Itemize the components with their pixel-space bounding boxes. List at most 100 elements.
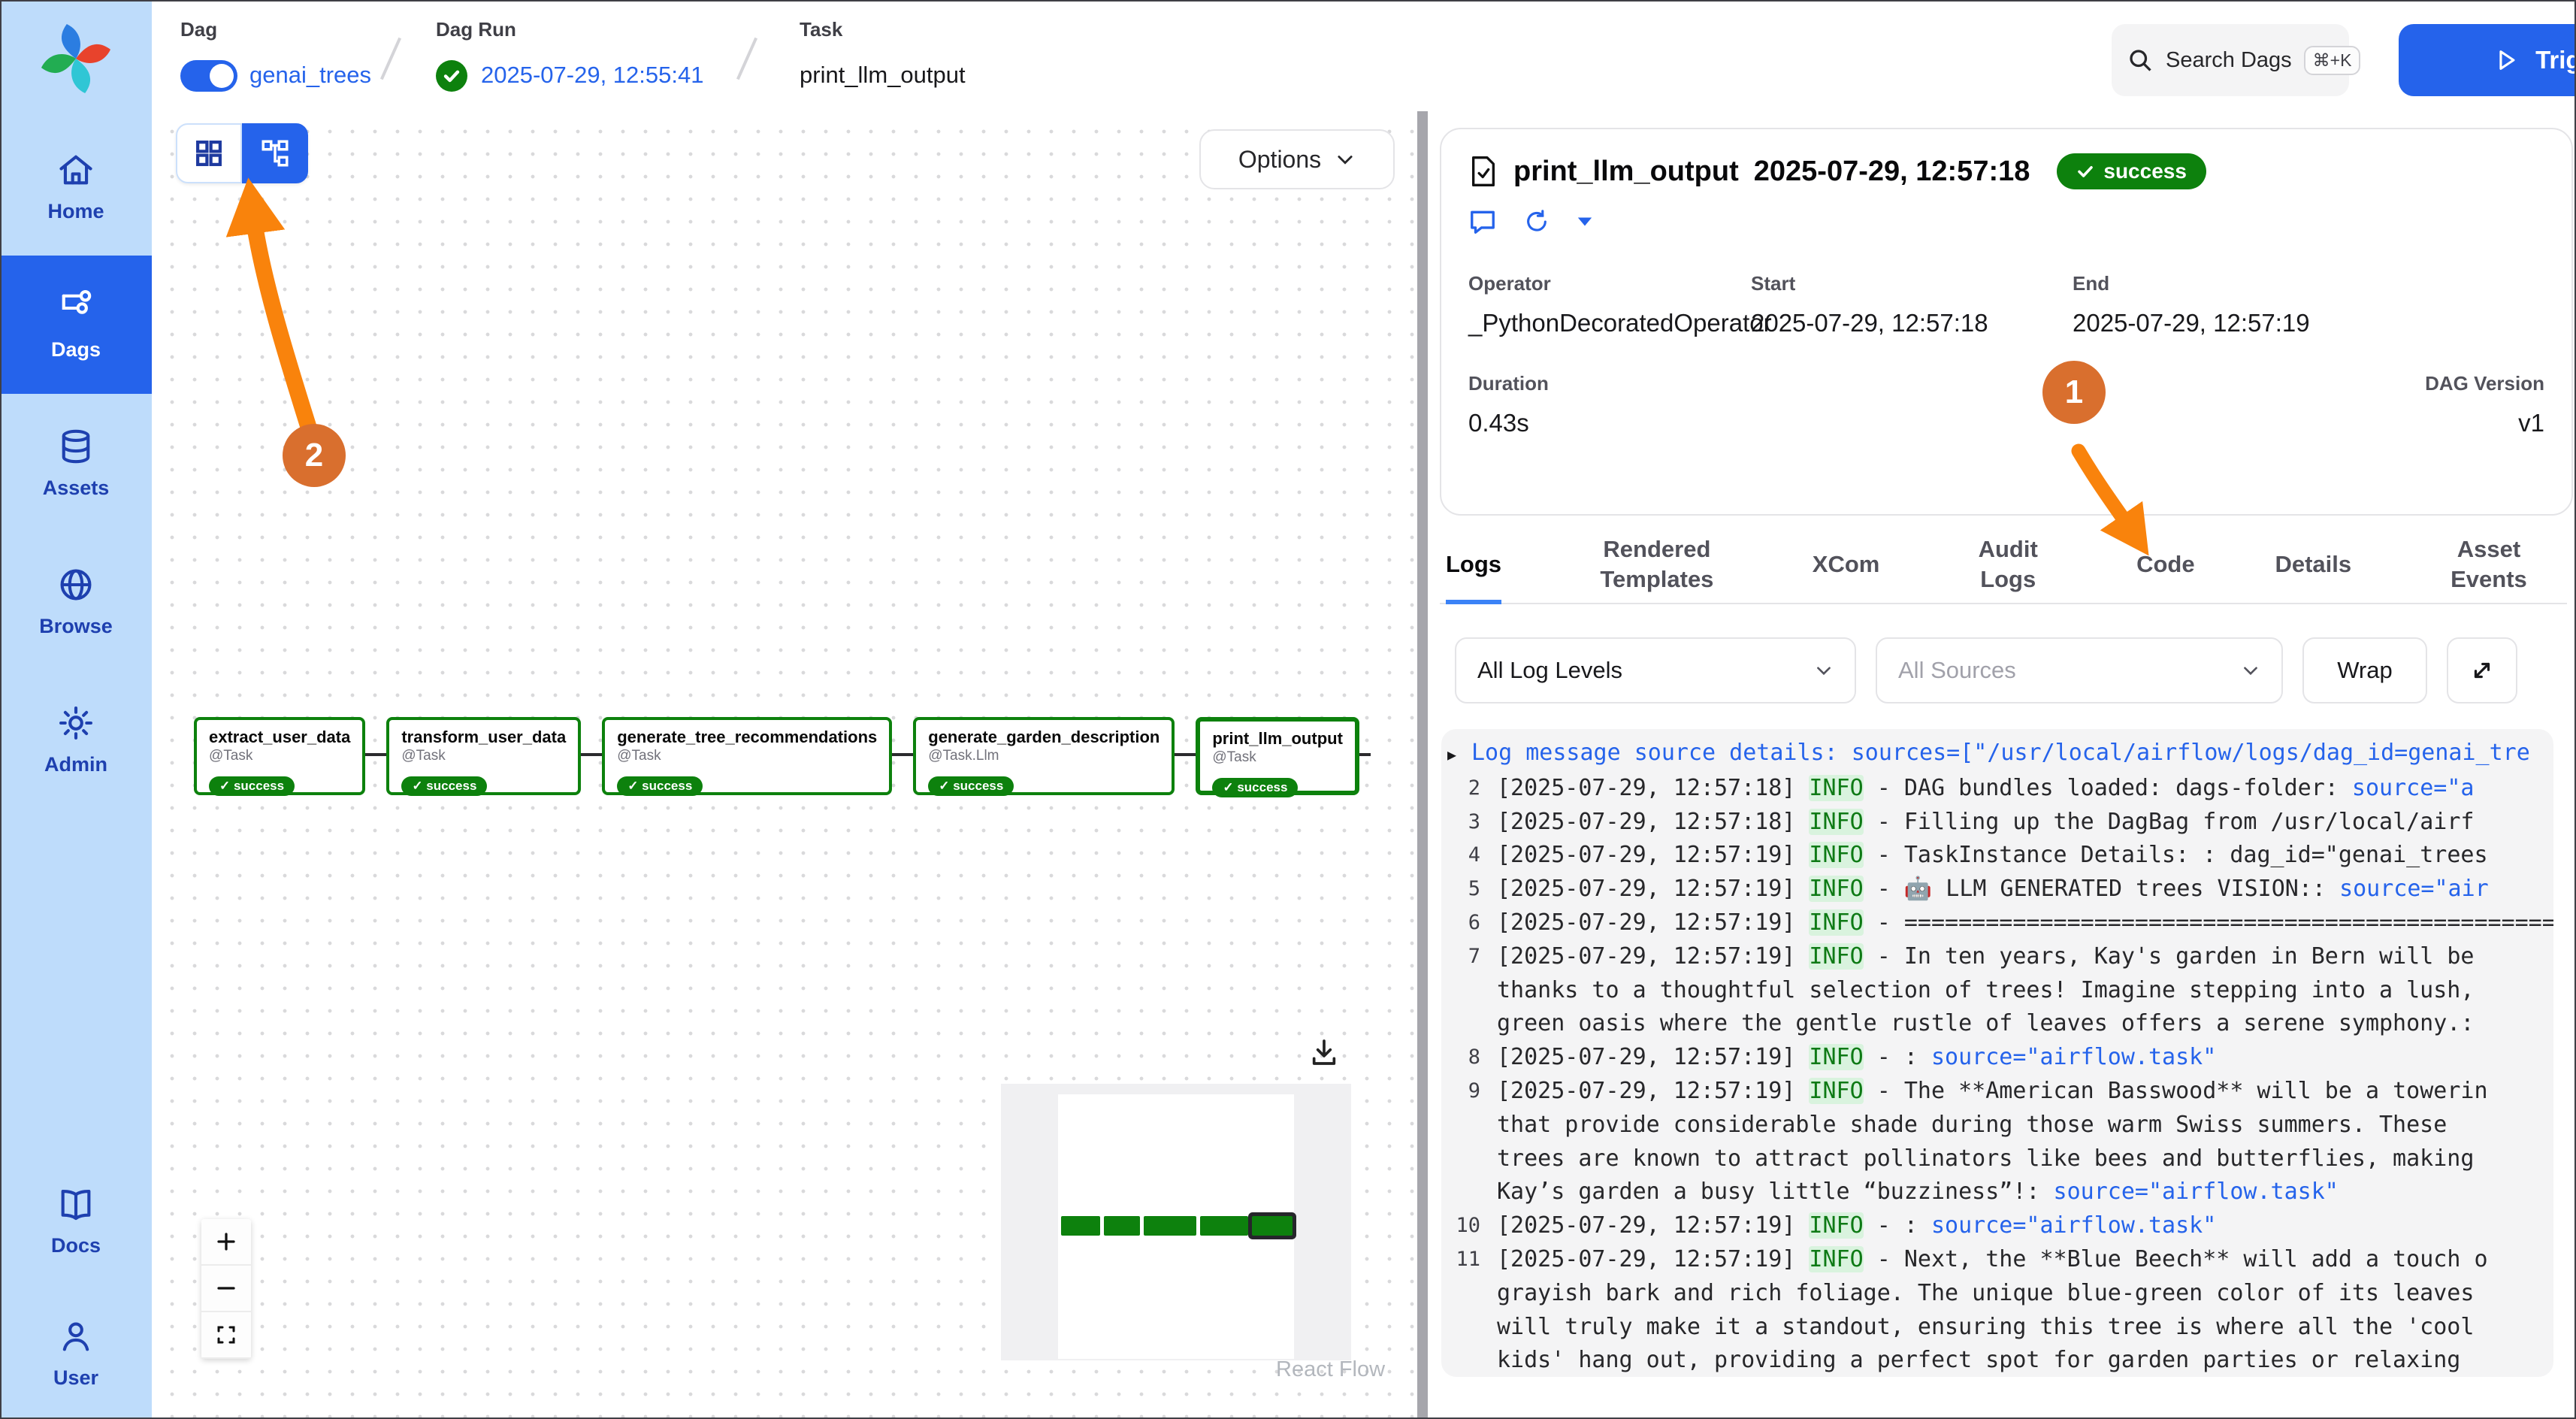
expand-logs-button[interactable] [2447, 637, 2517, 703]
task-node-status-badge: ✓ success [928, 776, 1014, 796]
grid-view-button[interactable] [176, 123, 242, 183]
log-line-number: 2 [1447, 772, 1480, 806]
tab-rendered-templates[interactable]: Rendered Templates [1582, 526, 1732, 603]
minimap[interactable] [1001, 1084, 1351, 1360]
log-source-link[interactable]: source="air [2339, 876, 2489, 902]
log-line-text: [2025-07-29, 12:57:19] INFO - The **Amer… [1497, 1075, 2553, 1109]
download-icon[interactable] [1309, 1037, 1339, 1067]
minimap-node [1104, 1216, 1140, 1236]
browse-icon [56, 565, 95, 604]
airflow-logo[interactable] [0, 0, 152, 117]
task-node-type: @Task.Llm [928, 748, 1160, 765]
end-label: End [2073, 272, 2544, 295]
dag-pause-toggle[interactable] [180, 60, 237, 92]
sidebar-item-docs[interactable]: Docs [0, 1154, 152, 1287]
log-line-number: 6 [1447, 906, 1480, 940]
log-line-text: [2025-07-29, 12:57:18] INFO - DAG bundle… [1497, 772, 2553, 806]
log-line: will truly make it a standout, ensuring … [1447, 1311, 2553, 1345]
log-line-number: 5 [1447, 873, 1480, 906]
sidebar-nav: Home DagsAssets Browse Admin [0, 117, 152, 809]
search-label: Search Dags [2166, 48, 2292, 73]
task-node-title: transform_user_data [401, 728, 566, 746]
wrap-button[interactable]: Wrap [2302, 637, 2427, 703]
log-output[interactable]: ▶Log message source details: sources=["/… [1441, 729, 2553, 1377]
breadcrumb-dag-link[interactable]: genai_trees [249, 62, 371, 89]
log-controls: All Log Levels All Sources Wrap [1455, 637, 2517, 703]
fit-view-button[interactable] [201, 1312, 251, 1359]
panel-task-title: print_llm_output [1513, 156, 1739, 188]
tab-details[interactable]: Details [2275, 526, 2351, 603]
panel-task-timestamp: 2025-07-29, 12:57:18 [1754, 156, 2030, 188]
panel-scrollbar[interactable] [1417, 111, 1428, 1419]
tab-code[interactable]: Code [2136, 526, 2195, 603]
task-node-type: @Task [209, 748, 350, 765]
task-node-print_llm_output[interactable]: print_llm_output@Task✓ success [1196, 717, 1359, 795]
log-line-number: 8 [1447, 1041, 1480, 1075]
log-line-text: [2025-07-29, 12:57:18] INFO - Filling up… [1497, 806, 2553, 840]
log-line: 8 [2025-07-29, 12:57:19] INFO - : source=… [1447, 1041, 2553, 1075]
log-line-text: [2025-07-29, 12:57:19] INFO - : source="… [1497, 1209, 2553, 1243]
search-dags-box[interactable]: Search Dags ⌘+K [2112, 24, 2349, 96]
sidebar-item-dags[interactable]: Dags [0, 256, 152, 394]
play-icon [2493, 47, 2519, 73]
log-source-link[interactable]: Log message source details: sources=["/u… [1471, 740, 2530, 766]
sidebar-item-label: User [53, 1366, 98, 1390]
sidebar-item-assets[interactable]: Assets [0, 394, 152, 532]
log-levels-select[interactable]: All Log Levels [1455, 637, 1856, 703]
trigger-button[interactable]: Trigger [2399, 24, 2576, 96]
breadcrumb-separator [736, 38, 757, 80]
start-value: 2025-07-29, 12:57:18 [1751, 309, 2073, 337]
breadcrumb-dagrun-link[interactable]: 2025-07-29, 12:55:41 [481, 62, 703, 89]
log-line[interactable]: ▶Log message source details: sources=["/… [1447, 737, 2553, 772]
sidebar-item-label: Home [47, 200, 104, 223]
minimap-node [1144, 1216, 1196, 1236]
log-line-text: [2025-07-29, 12:57:19] INFO - : source="… [1497, 1041, 2553, 1075]
log-source-link[interactable]: source="airflow.task" [1931, 1212, 2216, 1239]
dagrun-success-icon [436, 60, 467, 92]
log-line: 4[2025-07-29, 12:57:19] INFO - TaskInsta… [1447, 839, 2553, 873]
tab-asset-events[interactable]: Asset Events [2432, 526, 2546, 603]
task-node-title: print_llm_output [1212, 729, 1343, 748]
task-node-status-badge: ✓ success [401, 776, 487, 796]
sidebar-item-home[interactable]: Home [0, 117, 152, 256]
task-node-generate_tree_recommendations[interactable]: generate_tree_recommendations@Task✓ succ… [602, 717, 892, 795]
log-line-number: 10 [1447, 1209, 1480, 1243]
tab-audit-logs[interactable]: Audit Logs [1960, 526, 2056, 603]
log-sources-select[interactable]: All Sources [1876, 637, 2283, 703]
sidebar-item-user[interactable]: User [0, 1287, 152, 1419]
zoom-out-button[interactable] [201, 1266, 251, 1312]
log-source-link[interactable]: source="airflow.task" [2054, 1178, 2339, 1205]
task-nodes-row: extract_user_data@Task✓ success transform… [194, 717, 1359, 795]
options-dropdown[interactable]: Options [1199, 129, 1395, 189]
log-source-link[interactable]: source="a [2352, 775, 2475, 801]
graph-view-button[interactable] [242, 123, 308, 183]
log-source-link[interactable]: source="airflow.task" [1931, 1044, 2216, 1070]
log-line: 7[2025-07-29, 12:57:19] INFO - In ten ye… [1447, 940, 2553, 974]
sidebar-item-label: Browse [39, 615, 113, 638]
task-node-transform_user_data[interactable]: transform_user_data@Task✓ success [386, 717, 581, 795]
caret-down-icon[interactable] [1577, 213, 1593, 230]
chevron-down-icon [1335, 149, 1356, 170]
sidebar-item-browse[interactable]: Browse [0, 532, 152, 670]
log-line-number: 7 [1447, 940, 1480, 974]
dag-version-label: DAG Version [2425, 372, 2544, 395]
breadcrumb-task-label: Task [800, 18, 842, 41]
admin-icon [56, 703, 95, 743]
note-icon[interactable] [1468, 207, 1497, 236]
log-line-number: 11 [1447, 1243, 1480, 1277]
task-node-extract_user_data[interactable]: extract_user_data@Task✓ success [194, 717, 365, 795]
minus-icon [215, 1277, 237, 1299]
tab-logs[interactable]: Logs [1446, 526, 1501, 603]
reactflow-attribution: React Flow [1276, 1357, 1385, 1382]
log-line-text: [2025-07-29, 12:57:19] INFO - Next, the … [1497, 1243, 2553, 1277]
tab-xcom[interactable]: XCom [1813, 526, 1880, 603]
task-node-generate_garden_description[interactable]: generate_garden_description@Task.Llm✓ su… [913, 717, 1175, 795]
log-line: 10 [2025-07-29, 12:57:19] INFO - : source… [1447, 1209, 2553, 1243]
zoom-in-button[interactable] [201, 1219, 251, 1266]
sidebar-item-admin[interactable]: Admin [0, 670, 152, 809]
trigger-label: Trigger [2535, 46, 2576, 74]
log-line: 11 [2025-07-29, 12:57:19] INFO - Next, th… [1447, 1243, 2553, 1277]
log-line-text: trees are known to attract pollinators l… [1497, 1142, 2553, 1176]
log-expand-triangle-icon[interactable]: ▶ [1447, 737, 1468, 772]
retry-icon[interactable] [1524, 209, 1550, 234]
